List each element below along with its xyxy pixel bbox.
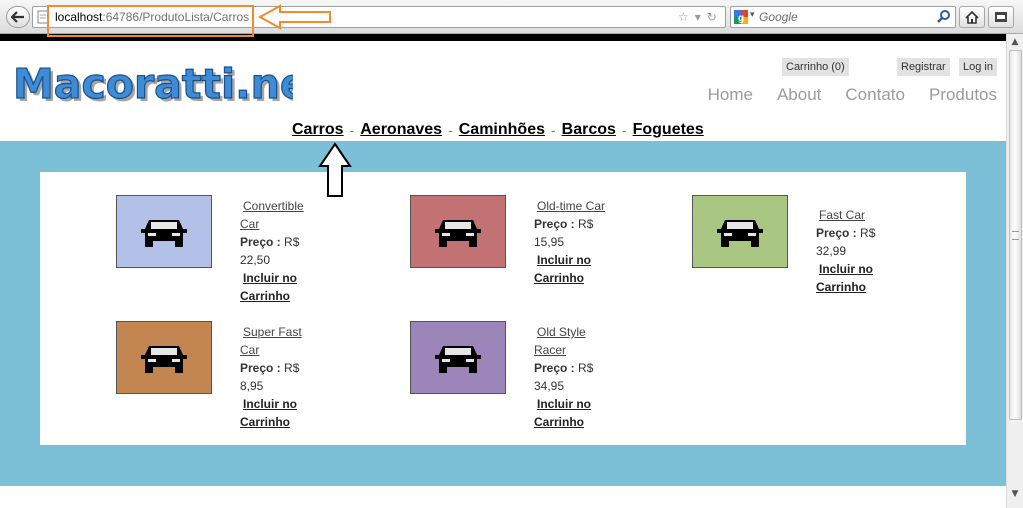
add-to-cart-link[interactable]: Incluir no Carrinho bbox=[240, 395, 316, 431]
price-label: Preço : bbox=[816, 226, 857, 240]
add-to-cart-link[interactable]: Incluir no Carrinho bbox=[240, 269, 316, 305]
add-to-cart-link[interactable]: Incluir no Carrinho bbox=[816, 260, 892, 296]
product-name[interactable]: Old-time Car bbox=[534, 197, 610, 215]
url-bar-actions: ☆ ▾ ↻ bbox=[678, 9, 724, 25]
nav-about[interactable]: About bbox=[777, 85, 821, 105]
url-highlight-box bbox=[47, 5, 254, 37]
back-button[interactable] bbox=[6, 6, 30, 28]
register-link[interactable]: Registrar bbox=[897, 58, 950, 76]
extension-button[interactable] bbox=[988, 6, 1014, 28]
product-thumbnail[interactable] bbox=[692, 195, 788, 268]
home-icon bbox=[965, 10, 979, 24]
category-foguetes[interactable]: Foguetes bbox=[633, 121, 704, 139]
search-bar[interactable]: g ▾ Google bbox=[730, 6, 956, 28]
product-thumbnail[interactable] bbox=[116, 321, 212, 394]
nav-produtos[interactable]: Produtos bbox=[929, 85, 997, 105]
google-icon: g bbox=[734, 10, 748, 24]
add-to-cart-link[interactable]: Incluir no Carrinho bbox=[534, 251, 610, 287]
category-caminhoes[interactable]: Caminhões bbox=[459, 121, 545, 139]
scrollbar-thumb[interactable] bbox=[1009, 50, 1022, 420]
up-arrow-annotation-icon bbox=[318, 142, 352, 197]
scroll-down-arrow-icon[interactable]: ▼ bbox=[1010, 489, 1020, 499]
back-arrow-icon bbox=[11, 11, 24, 23]
car-icon bbox=[435, 345, 481, 373]
price-label: Preço : bbox=[240, 361, 281, 375]
grip-icon bbox=[1012, 231, 1019, 240]
cart-link[interactable]: Carrinho (0) bbox=[782, 58, 849, 76]
product-name[interactable]: Old Style Racer bbox=[534, 323, 610, 359]
product-card: Old Style Racer Preço : R$ 34,95 Incluir… bbox=[410, 321, 660, 431]
product-panel: Convertible Car Preço : R$ 22,50 Incluir… bbox=[40, 172, 966, 445]
category-separator: - bbox=[551, 122, 556, 138]
category-separator: - bbox=[448, 122, 453, 138]
product-info: Old-time Car Preço : R$ 15,95 Incluir no… bbox=[534, 197, 610, 287]
extension-icon bbox=[995, 12, 1007, 22]
product-card: Fast Car Preço : R$ 32,99 Incluir no Car… bbox=[692, 195, 942, 305]
dropdown-icon[interactable]: ▾ bbox=[695, 10, 701, 24]
category-separator: - bbox=[349, 122, 355, 138]
add-to-cart-link[interactable]: Incluir no Carrinho bbox=[534, 395, 610, 431]
car-icon bbox=[435, 219, 481, 247]
product-card: Convertible Car Preço : R$ 22,50 Incluir… bbox=[116, 195, 366, 305]
product-name[interactable]: Super Fast Car bbox=[240, 323, 316, 359]
scroll-up-arrow-icon[interactable]: ▲ bbox=[1010, 37, 1020, 47]
category-carros[interactable]: Carros bbox=[292, 121, 344, 139]
vertical-scrollbar[interactable]: ▲ ▼ bbox=[1006, 34, 1023, 508]
category-barcos[interactable]: Barcos bbox=[562, 121, 616, 139]
home-button[interactable] bbox=[959, 6, 985, 28]
product-name[interactable]: Convertible Car bbox=[240, 197, 316, 233]
main-nav: Home About Contato Produtos bbox=[708, 85, 997, 105]
product-card: Old-time Car Preço : R$ 15,95 Incluir no… bbox=[410, 195, 660, 305]
price-label: Preço : bbox=[534, 217, 575, 231]
login-link[interactable]: Log in bbox=[959, 58, 997, 76]
category-nav: Carros - Aeronaves - Caminhões - Barcos … bbox=[292, 121, 704, 139]
search-icon[interactable] bbox=[936, 9, 952, 25]
product-thumbnail[interactable] bbox=[410, 195, 506, 268]
site-logo[interactable]: Macoratti.net Macoratti.net bbox=[8, 53, 293, 113]
product-name[interactable]: Fast Car bbox=[816, 206, 892, 224]
page-content: Macoratti.net Macoratti.net Carrinho (0)… bbox=[0, 41, 1006, 508]
product-info: Old Style Racer Preço : R$ 34,95 Incluir… bbox=[534, 323, 610, 431]
product-info: Fast Car Preço : R$ 32,99 Incluir no Car… bbox=[816, 206, 892, 296]
nav-contato[interactable]: Contato bbox=[845, 85, 905, 105]
product-thumbnail[interactable] bbox=[116, 195, 212, 268]
nav-home[interactable]: Home bbox=[708, 85, 753, 105]
search-engine-dropdown-icon[interactable]: ▾ bbox=[750, 10, 755, 20]
car-icon bbox=[141, 345, 187, 373]
price-label: Preço : bbox=[240, 235, 281, 249]
car-icon bbox=[717, 219, 763, 247]
search-placeholder: Google bbox=[759, 10, 798, 24]
price-label: Preço : bbox=[534, 361, 575, 375]
product-info: Super Fast Car Preço : R$ 8,95 Incluir n… bbox=[240, 323, 316, 431]
product-thumbnail[interactable] bbox=[410, 321, 506, 394]
svg-text:g: g bbox=[738, 13, 744, 24]
product-info: Convertible Car Preço : R$ 22,50 Incluir… bbox=[240, 197, 316, 305]
bookmark-star-icon[interactable]: ☆ bbox=[678, 10, 689, 24]
reload-icon[interactable]: ↻ bbox=[707, 10, 717, 24]
left-arrow-annotation-icon bbox=[258, 4, 331, 30]
category-aeronaves[interactable]: Aeronaves bbox=[360, 121, 442, 139]
product-card: Super Fast Car Preço : R$ 8,95 Incluir n… bbox=[116, 321, 366, 431]
category-separator: - bbox=[621, 122, 627, 138]
svg-text:Macoratti.net: Macoratti.net bbox=[13, 60, 293, 108]
car-icon bbox=[141, 219, 187, 247]
